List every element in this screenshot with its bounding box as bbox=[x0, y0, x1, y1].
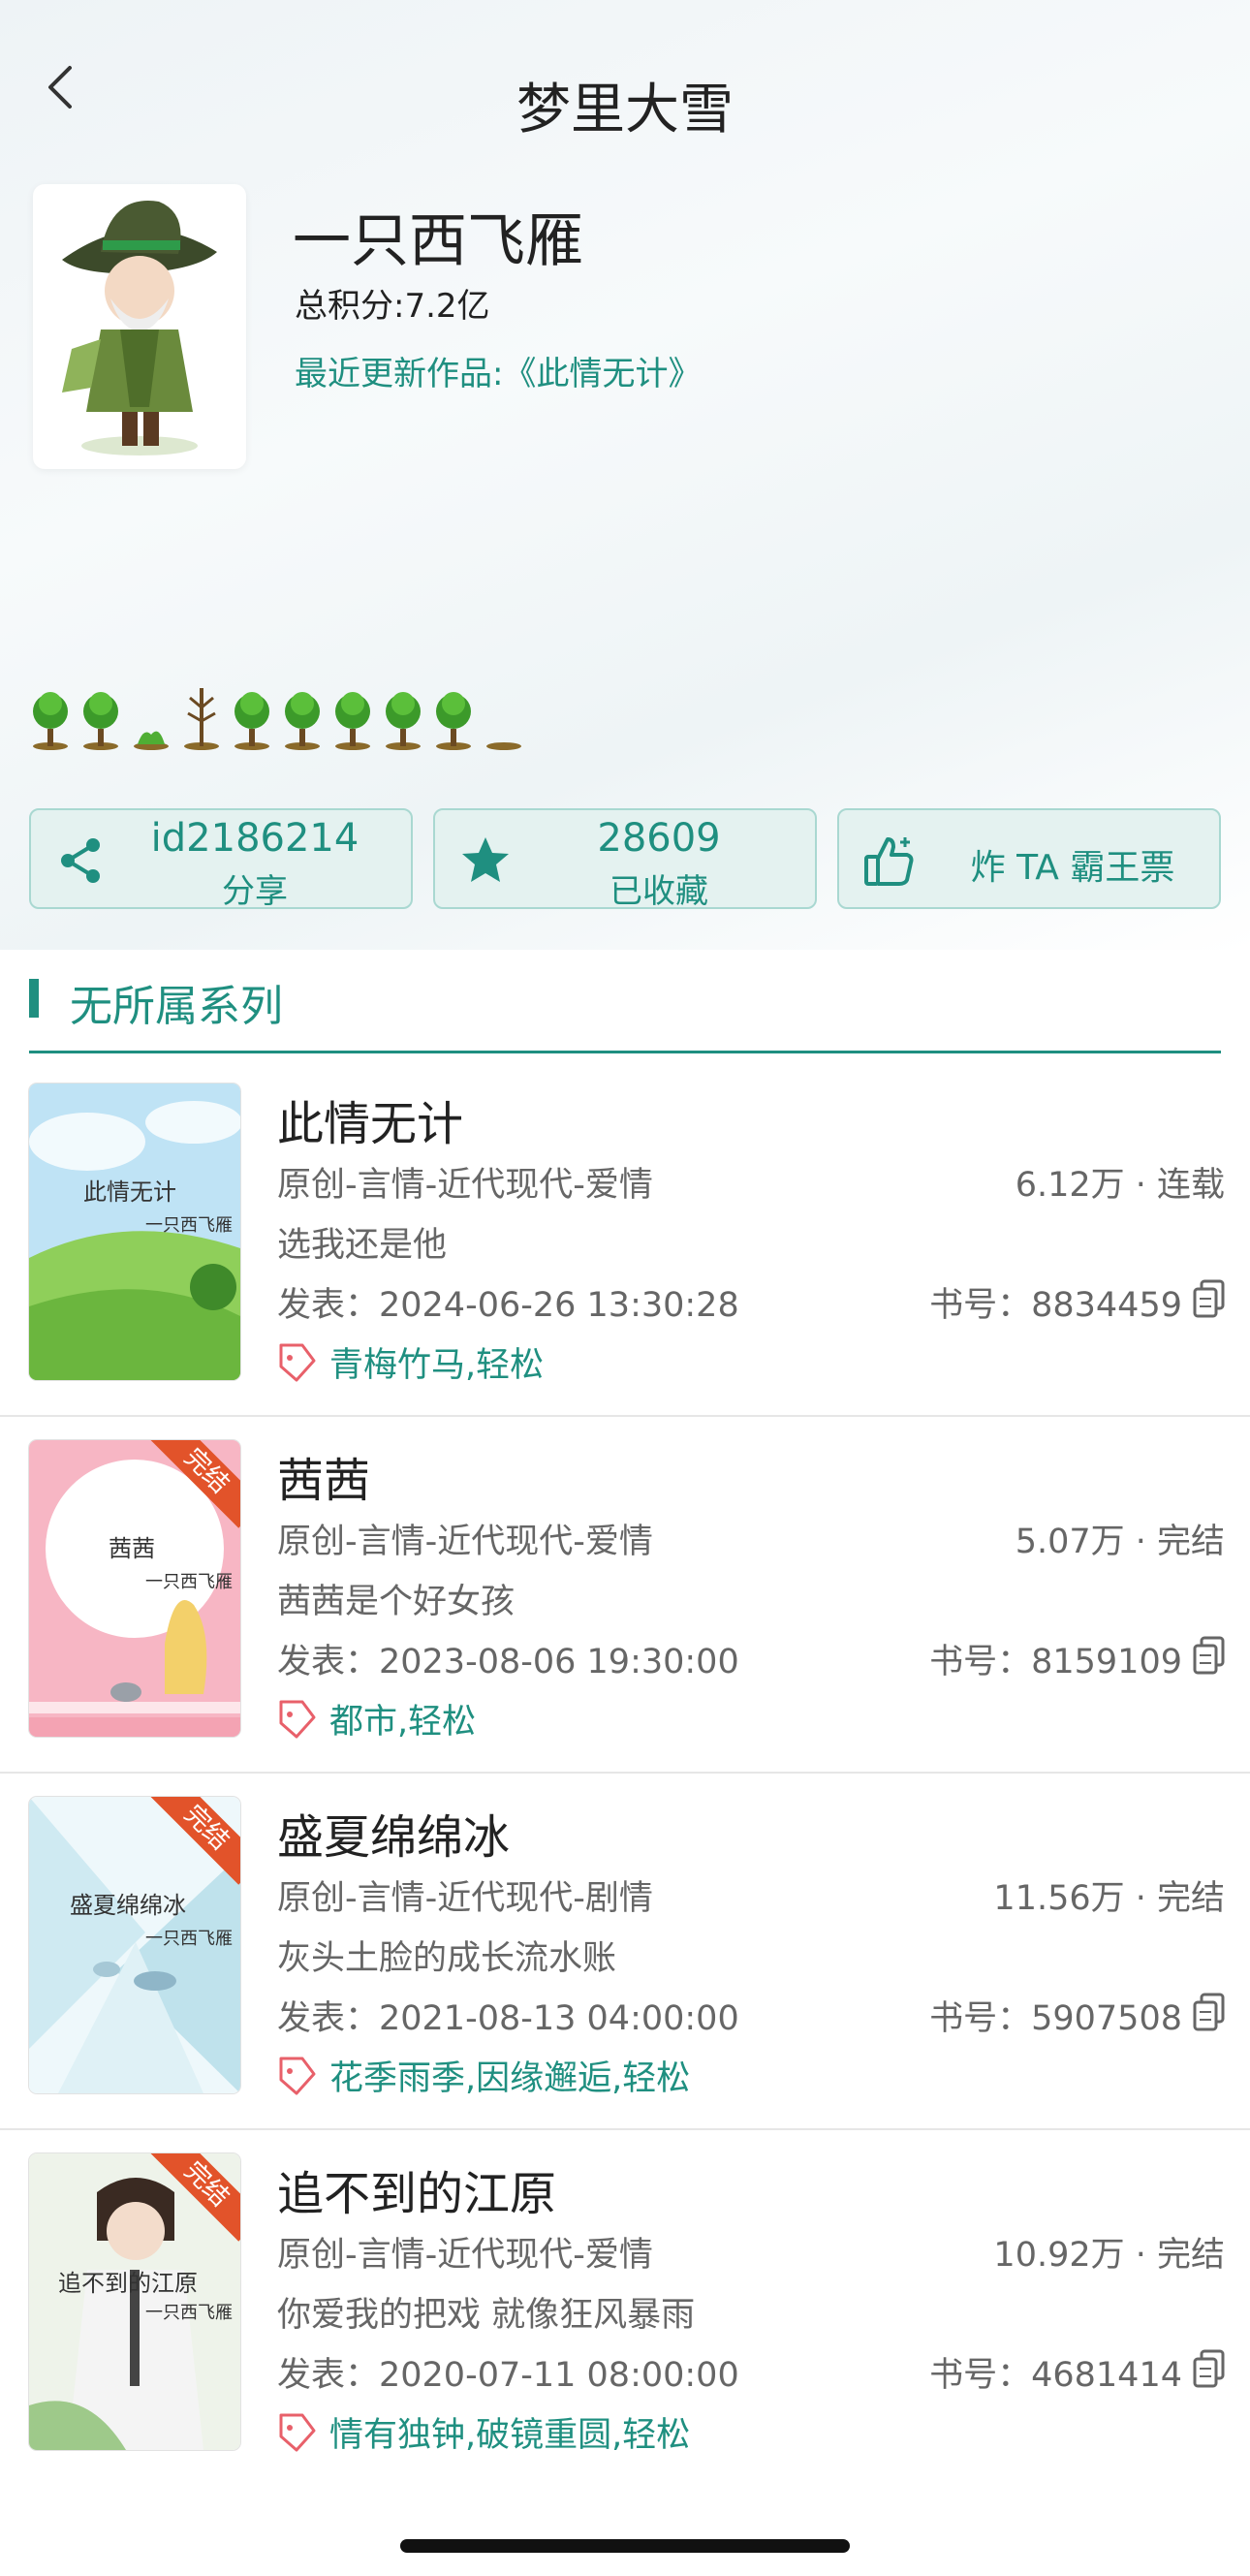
book-genre: 原创-言情-近代现代-爱情 bbox=[277, 1166, 653, 1205]
cover-author: 一只西飞雁 bbox=[145, 1929, 233, 1949]
star-icon bbox=[462, 837, 509, 882]
favorite-label: 已收藏 bbox=[609, 872, 708, 911]
vote-label: 炸 TA 霸王票 bbox=[970, 848, 1175, 888]
tag-icon bbox=[279, 1343, 316, 1382]
book-description: 灰头土脸的成长流水账 bbox=[277, 1939, 617, 1978]
book-stat: 5.07万 · 完结 bbox=[1015, 1523, 1225, 1561]
copy-icon[interactable] bbox=[1192, 1279, 1227, 1318]
copy-icon[interactable] bbox=[1192, 1993, 1227, 2031]
cover-author: 一只西飞雁 bbox=[145, 1215, 233, 1236]
total-score: 总积分:7.2亿 bbox=[295, 287, 490, 326]
level-trees bbox=[33, 688, 521, 750]
book-tags[interactable]: 都市,轻松 bbox=[329, 1694, 476, 1744]
book-tags[interactable]: 花季雨季,因缘邂逅,轻松 bbox=[329, 2051, 690, 2100]
book-genre: 原创-言情-近代现代-爱情 bbox=[277, 2236, 653, 2275]
copy-icon[interactable] bbox=[1192, 2349, 1227, 2388]
recent-update-link[interactable]: 最近更新作品:《此情无计》 bbox=[295, 347, 701, 394]
cover-author: 一只西飞雁 bbox=[145, 1572, 233, 1592]
book-cover[interactable]: 追不到的江原 一只西飞雁 完结 bbox=[29, 2153, 240, 2450]
cover-title: 茜茜 bbox=[109, 1535, 155, 1562]
tree-icon bbox=[436, 692, 471, 750]
book-cover[interactable]: 此情无计 一只西飞雁 bbox=[29, 1084, 240, 1380]
share-label: 分享 bbox=[222, 872, 288, 911]
book-tags[interactable]: 青梅竹马,轻松 bbox=[329, 1337, 544, 1387]
book-item[interactable]: 追不到的江原 一只西飞雁 完结 追不到的江原 原创-言情-近代现代-爱情 10.… bbox=[0, 2130, 1250, 2487]
cover-title: 盛夏绵绵冰 bbox=[70, 1892, 186, 1919]
publish-date: 发表：2023-08-06 19:30:00 bbox=[277, 1643, 739, 1681]
thumbs-up-icon bbox=[864, 837, 914, 886]
favorite-count: 28609 bbox=[597, 816, 721, 861]
book-description: 你爱我的把戏 就像狂风暴雨 bbox=[277, 2296, 696, 2335]
book-description: 选我还是他 bbox=[277, 1226, 448, 1265]
cover-title: 追不到的江原 bbox=[58, 2270, 198, 2297]
cover-title: 此情无计 bbox=[83, 1178, 176, 1206]
book-genre: 原创-言情-近代现代-剧情 bbox=[277, 1879, 653, 1918]
tree-icon bbox=[386, 692, 421, 750]
tag-icon bbox=[279, 1700, 316, 1739]
share-button[interactable]: id2186214 分享 bbox=[29, 808, 413, 911]
avatar[interactable] bbox=[33, 184, 246, 469]
book-item[interactable]: 此情无计 一只西飞雁 此情无计 原创-言情-近代现代-爱情 6.12万 · 连载… bbox=[0, 1060, 1250, 1417]
section-marker bbox=[29, 979, 39, 1018]
tree-icon bbox=[83, 692, 118, 750]
book-stat: 6.12万 · 连载 bbox=[1015, 1166, 1225, 1205]
book-cover[interactable]: 盛夏绵绵冰 一只西飞雁 完结 bbox=[29, 1797, 240, 2093]
tree-icon bbox=[335, 692, 370, 750]
favorite-button[interactable]: 28609 已收藏 bbox=[433, 808, 817, 911]
bare-tree-icon bbox=[184, 688, 219, 750]
tree-icon bbox=[33, 692, 68, 750]
section-title: 无所属系列 bbox=[70, 982, 283, 1031]
book-stat: 10.92万 · 完结 bbox=[993, 2236, 1225, 2275]
book-number: 书号：4681414 bbox=[929, 2356, 1182, 2395]
tree-icon bbox=[234, 692, 269, 750]
book-title[interactable]: 追不到的江原 bbox=[277, 2155, 556, 2223]
tag-icon bbox=[279, 2057, 316, 2095]
publish-date: 发表：2021-08-13 04:00:00 bbox=[277, 1999, 739, 2038]
sprout-icon bbox=[134, 731, 169, 750]
book-genre: 原创-言情-近代现代-爱情 bbox=[277, 1523, 653, 1561]
cover-author: 一只西飞雁 bbox=[145, 2303, 233, 2323]
book-description: 茜茜是个好女孩 bbox=[277, 1583, 516, 1621]
page-title: 梦里大雪 bbox=[516, 79, 734, 141]
book-number: 书号：8159109 bbox=[929, 1643, 1182, 1681]
author-name: 一只西飞雁 bbox=[293, 207, 583, 275]
publish-date: 发表：2024-06-26 13:30:28 bbox=[277, 1286, 739, 1325]
soil-icon bbox=[486, 742, 521, 750]
tag-icon bbox=[279, 2413, 316, 2452]
book-title[interactable]: 此情无计 bbox=[277, 1085, 463, 1153]
book-item[interactable]: 盛夏绵绵冰 一只西飞雁 完结 盛夏绵绵冰 原创-言情-近代现代-剧情 11.56… bbox=[0, 1774, 1250, 2130]
book-title[interactable]: 盛夏绵绵冰 bbox=[277, 1799, 510, 1867]
copy-icon[interactable] bbox=[1192, 1636, 1227, 1675]
book-tags[interactable]: 情有独钟,破镜重圆,轻松 bbox=[329, 2407, 690, 2457]
home-indicator bbox=[400, 2539, 850, 2553]
book-cover[interactable]: 茜茜 一只西飞雁 完结 bbox=[29, 1440, 240, 1737]
avatar-illustration bbox=[62, 201, 217, 456]
book-title[interactable]: 茜茜 bbox=[277, 1442, 370, 1510]
section-divider bbox=[29, 1051, 1221, 1053]
vote-button[interactable]: 炸 TA 霸王票 bbox=[837, 808, 1221, 909]
publish-date: 发表：2020-07-11 08:00:00 bbox=[277, 2356, 739, 2395]
book-number: 书号：8834459 bbox=[929, 1286, 1182, 1325]
book-number: 书号：5907508 bbox=[929, 1999, 1182, 2038]
tree-icon bbox=[285, 692, 320, 750]
book-item[interactable]: 茜茜 一只西飞雁 完结 茜茜 原创-言情-近代现代-爱情 5.07万 · 完结 … bbox=[0, 1417, 1250, 1774]
share-icon bbox=[61, 838, 100, 883]
share-id: id2186214 bbox=[150, 816, 359, 861]
book-stat: 11.56万 · 完结 bbox=[993, 1879, 1225, 1918]
